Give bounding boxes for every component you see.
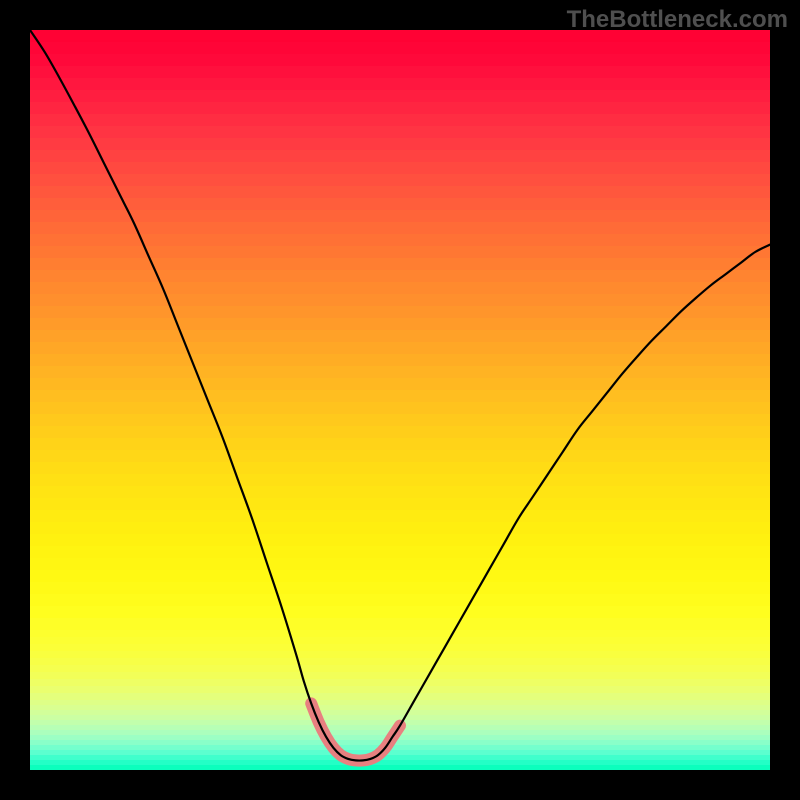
curves-layer <box>30 30 770 770</box>
bottleneck-curve <box>30 30 770 761</box>
chart-frame: TheBottleneck.com <box>0 0 800 800</box>
plot-area <box>30 30 770 770</box>
